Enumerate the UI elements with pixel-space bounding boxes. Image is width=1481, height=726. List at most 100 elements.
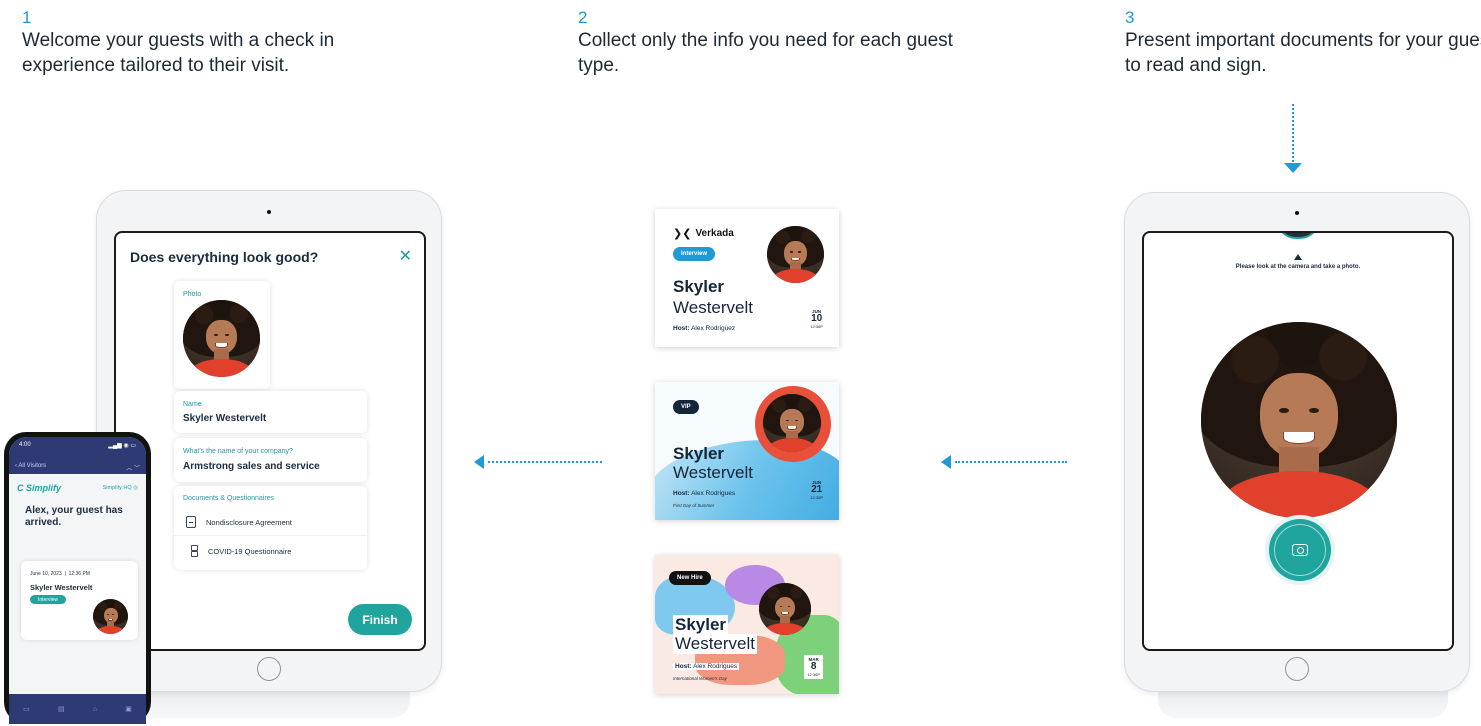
camera-preview-indicator (1276, 233, 1320, 239)
badge-new-hire: New Hire Skyler Westervelt Host: Alex Ro… (655, 555, 839, 694)
company-value: Armstrong sales and service (183, 461, 320, 472)
tab-home-icon[interactable]: ▭ (23, 705, 30, 713)
tablet-camera (267, 210, 271, 214)
phone-tab-bar: ▭ ▤ ⌂ ▣ (9, 694, 146, 724)
close-icon[interactable]: ✕ (399, 246, 412, 266)
arrow-left-icon (474, 455, 484, 469)
step-1-text: Welcome your guests with a check in expe… (22, 30, 335, 76)
badge-host: Host: Alex Rodriguez (673, 325, 736, 332)
badge-type-pill: New Hire (669, 571, 711, 585)
badge-type-pill: Interview (673, 247, 716, 261)
company-label: What's the name of your company? (183, 448, 293, 455)
signal-icon: ▂▄▆ ◉ ▭ (108, 443, 136, 449)
home-button[interactable] (1285, 657, 1309, 681)
badge-interview: ❯❮ Verkada Interview Skyler Westervelt Ho… (655, 209, 839, 347)
documents-label: Documents & Questionnaires (183, 495, 275, 502)
document-covid[interactable]: COVID-19 Questionnaire (186, 545, 291, 557)
guest-card[interactable]: June 10, 2023 | 12:36 PM Skyler Westerve… (21, 561, 138, 640)
brand-logo: C Simplify (17, 483, 62, 493)
badge-occasion: International Women's Day (673, 676, 727, 681)
badge-vip: VIP Skyler Westervelt Host: Alex Rodrigu… (655, 382, 839, 520)
arrow-up-icon (1294, 254, 1302, 260)
step-3-number: 3 (1125, 8, 1135, 27)
badge-date: MAR 8 12:36P (804, 655, 823, 679)
visit-date: June 10, 2023 | 12:36 PM (30, 571, 90, 577)
name-label: Name (183, 401, 202, 408)
finish-button[interactable]: Finish (348, 604, 412, 635)
questionnaire-icon (186, 545, 198, 557)
arrival-message: Alex, your guest has arrived. (25, 505, 123, 528)
company-field[interactable]: What's the name of your company? Armstro… (174, 438, 367, 482)
brand-name: Simplify (26, 483, 62, 493)
dialog-title: Does everything look good? (130, 249, 319, 265)
badge-last-name: Westervelt (673, 634, 757, 654)
step-2-text: Collect only the info you need for each … (578, 30, 953, 76)
verkada-icon: ❯❮ (673, 228, 692, 240)
tablet-1-screen: Does everything look good? ✕ Photo Name … (114, 231, 426, 651)
back-link[interactable]: ‹ All Visitors (15, 463, 46, 472)
home-button[interactable] (257, 657, 281, 681)
guest-type-badge: Interview (30, 595, 66, 604)
document-nda[interactable]: Nondisclosure Agreement (186, 516, 292, 528)
tablet-3: Please look at the camera and take a pho… (1124, 192, 1470, 692)
badge-host: Host: Alex Rodrigues (673, 490, 736, 497)
documents-card: Documents & Questionnaires Nondisclosure… (174, 486, 367, 570)
badge-first-name: Skyler (673, 277, 725, 296)
badge-last-name: Westervelt (673, 298, 753, 317)
badge-first-name: Skyler (673, 615, 729, 635)
document-nda-label: Nondisclosure Agreement (206, 517, 292, 527)
guest-name: Skyler Westervelt (30, 583, 93, 592)
tab-visitors-icon[interactable]: ⌂ (93, 706, 97, 713)
step-2: 2 Collect only the info you need for eac… (578, 8, 958, 78)
phone: 4:00 ▂▄▆ ◉ ▭ ‹ All Visitors ︿ ﹀ C Simpli… (4, 432, 151, 724)
step-3: 3 Present important documents for your g… (1125, 8, 1481, 78)
dotted-arrow-left-line-2 (955, 461, 1067, 463)
name-value: Skyler Westervelt (183, 413, 267, 424)
phone-status-bar: 4:00 ▂▄▆ ◉ ▭ (9, 437, 146, 461)
camera-icon (1292, 544, 1308, 556)
badge-occasion: First Day of Summer (673, 503, 715, 508)
tab-settings-icon[interactable]: ▣ (125, 705, 132, 713)
back-label: All Visitors (18, 463, 47, 469)
dotted-arrow-left-line-1 (488, 461, 602, 463)
camera-instruction: Please look at the camera and take a pho… (1235, 264, 1361, 270)
badge-last-name: Westervelt (673, 463, 753, 482)
step-3-text: Present important documents for your gue… (1125, 30, 1481, 76)
step-1-number: 1 (22, 8, 32, 27)
phone-nav-bar: ‹ All Visitors ︿ ﹀ (9, 461, 146, 474)
tablet-3-screen: Please look at the camera and take a pho… (1142, 231, 1454, 651)
arrow-left-icon (941, 455, 951, 469)
phone-screen: 4:00 ▂▄▆ ◉ ▭ ‹ All Visitors ︿ ﹀ C Simpli… (9, 437, 146, 724)
photo-card[interactable]: Photo (174, 281, 270, 389)
document-covid-label: COVID-19 Questionnaire (208, 546, 292, 556)
badge-date: JUN 21 12:36P (810, 480, 823, 500)
dotted-arrow-down-line (1292, 104, 1294, 162)
guest-photo (183, 300, 260, 377)
location-text: Simplify HQ (102, 485, 132, 491)
name-field[interactable]: Name Skyler Westervelt (174, 391, 367, 433)
arrow-down-icon (1284, 163, 1302, 173)
location-label: Simplify HQ ◎ (102, 485, 138, 491)
badge-photo (767, 226, 824, 283)
step-2-number: 2 (578, 8, 588, 27)
tablet-3-stand (1158, 688, 1448, 718)
phone-time: 4:00 (19, 442, 31, 448)
chevron-up-down-icon[interactable]: ︿ ﹀ (126, 463, 140, 472)
verkada-logo: ❯❮ Verkada (673, 228, 734, 240)
badge-type-pill: VIP (673, 400, 699, 414)
tab-calendar-icon[interactable]: ▤ (58, 705, 65, 713)
badge-first-name: Skyler (673, 444, 725, 463)
badge-host: Host: Alex Rodrigues (673, 663, 740, 670)
guest-avatar (93, 599, 128, 634)
badge-photo (763, 394, 821, 452)
step-1: 1 Welcome your guests with a check in ex… (22, 8, 402, 78)
tablet-camera (1295, 211, 1299, 215)
camera-preview (1201, 322, 1397, 518)
divider (174, 535, 367, 536)
badge-photo (759, 583, 811, 635)
photo-label: Photo (183, 291, 202, 298)
badge-date: JUN 10 12:36P (810, 309, 823, 329)
tablet-1-stand (120, 688, 410, 718)
take-photo-button[interactable] (1269, 519, 1331, 581)
document-icon (186, 516, 196, 528)
